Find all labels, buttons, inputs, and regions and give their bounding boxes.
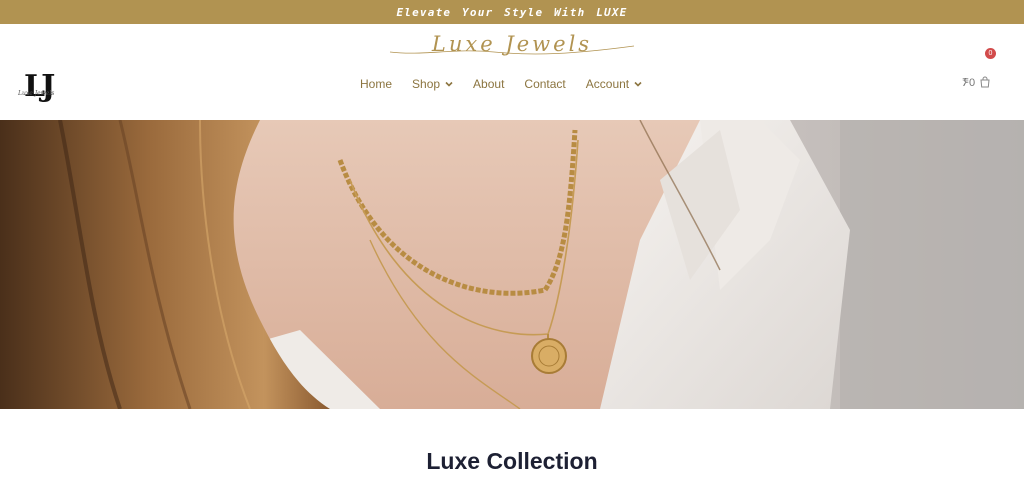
monogram-letters: LJ bbox=[24, 69, 55, 104]
cart-amount: 0₹ bbox=[962, 76, 976, 89]
nav-item-shop[interactable]: Shop bbox=[412, 77, 453, 91]
chevron-down-icon bbox=[445, 81, 453, 87]
monogram-logo[interactable]: LJ Luxe Jewels bbox=[14, 70, 70, 120]
monogram-script: Luxe Jewels bbox=[18, 90, 55, 97]
section-title: Luxe Collection bbox=[426, 448, 598, 474]
nav-item-about[interactable]: About bbox=[473, 77, 504, 91]
announcement-bar: Elevate Your Style With LUXE bbox=[0, 0, 1024, 24]
script-logo[interactable]: Luxe Jewels bbox=[384, 32, 640, 56]
logo-flourish bbox=[389, 45, 635, 55]
cart-button[interactable]: 0₹ bbox=[962, 74, 991, 90]
hero-image bbox=[0, 120, 1024, 409]
chevron-down-icon bbox=[634, 81, 642, 87]
nav-label: Shop bbox=[412, 77, 441, 91]
announcement-text: Elevate Your Style With LUXE bbox=[396, 5, 628, 19]
shopping-bag-icon bbox=[980, 76, 990, 88]
nav-item-home[interactable]: Home bbox=[360, 77, 392, 91]
nav-label: Account bbox=[585, 77, 630, 91]
cart-count-badge: 0 bbox=[985, 48, 996, 59]
site-header: Luxe Jewels LJ Luxe Jewels Home Shop Abo… bbox=[0, 24, 1024, 120]
main-nav: Home Shop About Contact Account bbox=[360, 74, 642, 94]
nav-label: Contact bbox=[524, 77, 566, 91]
nav-label: About bbox=[473, 77, 505, 91]
nav-item-contact[interactable]: Contact bbox=[524, 77, 565, 91]
nav-label: Home bbox=[360, 77, 393, 91]
nav-item-account[interactable]: Account bbox=[586, 77, 642, 91]
hero-photo bbox=[0, 120, 1024, 409]
